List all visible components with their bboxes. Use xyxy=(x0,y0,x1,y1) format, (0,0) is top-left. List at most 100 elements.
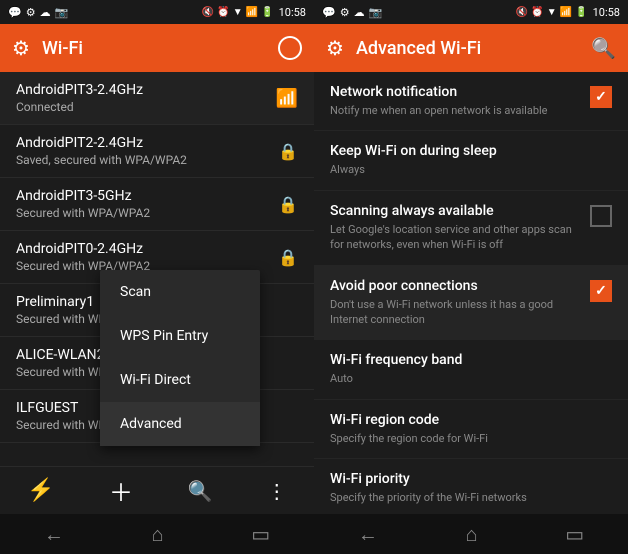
setting-item-6[interactable]: Wi-Fi priority Specify the priority of t… xyxy=(314,459,628,514)
setting-text-2: Scanning always available Let Google's l… xyxy=(330,203,590,253)
setting-text-4: Wi-Fi frequency band Auto xyxy=(330,352,612,386)
battery-icon: 🔋 xyxy=(261,7,273,18)
cloud-icon-r: ☁ xyxy=(354,6,365,19)
wifi-network-item-1[interactable]: AndroidPIT2-2.4GHz Saved, secured with W… xyxy=(0,125,314,178)
checkbox-3[interactable] xyxy=(590,280,612,302)
wifi-network-item-2[interactable]: AndroidPIT3-5GHz Secured with WPA/WPA2 🔒 xyxy=(0,178,314,231)
status-bar-right: 💬 ⚙ ☁ 📷 🔇 ⏰ ▼ 📶 🔋 10:58 xyxy=(314,0,628,24)
back-button-left[interactable]: ← xyxy=(44,522,64,547)
left-screen: 💬 ⚙ ☁ 📷 🔇 ⏰ ▼ 📶 🔋 10:58 ⚙ Wi-Fi AndroidP… xyxy=(0,0,314,554)
add-network-icon[interactable]: ＋ xyxy=(109,473,133,508)
right-screen: 💬 ⚙ ☁ 📷 🔇 ⏰ ▼ 📶 🔋 10:58 ⚙ Advanced Wi-Fi… xyxy=(314,0,628,554)
signal-toolbar-icon[interactable]: ⚡ xyxy=(27,478,54,503)
wifi-icon-0: 📶 xyxy=(276,88,298,109)
gear-icon-left[interactable]: ⚙ xyxy=(12,36,30,60)
status-bar-left: 💬 ⚙ ☁ 📷 🔇 ⏰ ▼ 📶 🔋 10:58 xyxy=(0,0,314,24)
setting-text-5: Wi-Fi region code Specify the region cod… xyxy=(330,412,612,446)
signal-icon-r: ▼ xyxy=(547,7,557,18)
setting-item-0[interactable]: Network notification Notify me when an o… xyxy=(314,72,628,131)
context-menu: Scan WPS Pin Entry Wi-Fi Direct Advanced xyxy=(100,270,260,446)
setting-desc-4: Auto xyxy=(330,371,600,386)
wifi-app-bar: ⚙ Wi-Fi xyxy=(0,24,314,72)
wifi-network-item-0[interactable]: AndroidPIT3-2.4GHz Connected 📶 xyxy=(0,72,314,125)
wifi-lock-icon-2: 🔒 xyxy=(278,195,298,214)
setting-item-2[interactable]: Scanning always available Let Google's l… xyxy=(314,191,628,266)
setting-desc-2: Let Google's location service and other … xyxy=(330,222,578,253)
mute-icon-r: 🔇 xyxy=(516,7,528,18)
recents-button-left[interactable]: ▭ xyxy=(251,522,270,546)
settings-notif-icon: ⚙ xyxy=(26,6,36,19)
setting-text-6: Wi-Fi priority Specify the priority of t… xyxy=(330,471,612,505)
mute-icon: 🔇 xyxy=(202,7,214,18)
battery-icon-r: 🔋 xyxy=(575,7,587,18)
wifi-name-1: AndroidPIT2-2.4GHz xyxy=(16,135,187,151)
setting-title-0: Network notification xyxy=(330,84,578,100)
whatsapp-icon: 💬 xyxy=(8,6,22,19)
settings-notif-icon-r: ⚙ xyxy=(340,6,350,19)
status-left-icons: 💬 ⚙ ☁ 📷 xyxy=(8,6,68,19)
wifi-status-1: Saved, secured with WPA/WPA2 xyxy=(16,153,187,167)
setting-item-3[interactable]: Avoid poor connections Don't use a Wi-Fi… xyxy=(314,266,628,341)
setting-item-1[interactable]: Keep Wi-Fi on during sleep Always xyxy=(314,131,628,190)
time-right: 10:58 xyxy=(593,6,620,19)
setting-text-3: Avoid poor connections Don't use a Wi-Fi… xyxy=(330,278,590,328)
setting-title-5: Wi-Fi region code xyxy=(330,412,600,428)
setting-title-6: Wi-Fi priority xyxy=(330,471,600,487)
wifi-lock-icon-1: 🔒 xyxy=(278,142,298,161)
wifi-name-0: AndroidPIT3-2.4GHz xyxy=(16,82,143,98)
setting-desc-1: Always xyxy=(330,162,600,177)
setting-item-5[interactable]: Wi-Fi region code Specify the region cod… xyxy=(314,400,628,459)
wifi-signal-icon: 📶 xyxy=(246,7,258,18)
wifi-signal-icon-r: 📶 xyxy=(560,7,572,18)
setting-desc-6: Specify the priority of the Wi-Fi networ… xyxy=(330,490,600,505)
setting-text-1: Keep Wi-Fi on during sleep Always xyxy=(330,143,612,177)
whatsapp-icon-r: 💬 xyxy=(322,6,336,19)
context-menu-wps[interactable]: WPS Pin Entry xyxy=(100,314,260,358)
settings-list: Network notification Notify me when an o… xyxy=(314,72,628,514)
nav-bar-left: ← ⌂ ▭ xyxy=(0,514,314,554)
status-right-right-icons: 🔇 ⏰ ▼ 📶 🔋 10:58 xyxy=(516,6,620,19)
nav-bar-right: ← ⌂ ▭ xyxy=(314,514,628,554)
setting-desc-3: Don't use a Wi-Fi network unless it has … xyxy=(330,297,578,328)
setting-desc-0: Notify me when an open network is availa… xyxy=(330,103,578,118)
home-button-left[interactable]: ⌂ xyxy=(151,522,163,547)
setting-title-4: Wi-Fi frequency band xyxy=(330,352,600,368)
setting-item-4[interactable]: Wi-Fi frequency band Auto xyxy=(314,340,628,399)
wifi-name-3: AndroidPIT0-2.4GHz xyxy=(16,241,150,257)
setting-title-2: Scanning always available xyxy=(330,203,578,219)
search-icon-right[interactable]: 🔍 xyxy=(591,36,616,60)
wifi-status-2: Secured with WPA/WPA2 xyxy=(16,206,150,220)
overflow-circle-icon[interactable] xyxy=(278,36,302,60)
setting-title-3: Avoid poor connections xyxy=(330,278,578,294)
search-toolbar-icon[interactable]: 🔍 xyxy=(187,479,212,503)
status-right-icons: 🔇 ⏰ ▼ 📶 🔋 10:58 xyxy=(202,6,306,19)
wifi-lock-icon-3: 🔒 xyxy=(278,248,298,267)
advanced-wifi-app-bar: ⚙ Advanced Wi-Fi 🔍 xyxy=(314,24,628,72)
advanced-wifi-title: Advanced Wi-Fi xyxy=(356,38,579,59)
home-button-right[interactable]: ⌂ xyxy=(465,522,477,547)
alarm-icon: ⏰ xyxy=(217,7,229,18)
setting-title-1: Keep Wi-Fi on during sleep xyxy=(330,143,600,159)
context-menu-scan[interactable]: Scan xyxy=(100,270,260,314)
bottom-toolbar: ⚡ ＋ 🔍 ⋮ xyxy=(0,466,314,514)
wifi-status-0: Connected xyxy=(16,100,143,114)
setting-text-0: Network notification Notify me when an o… xyxy=(330,84,590,118)
context-menu-wifi-direct[interactable]: Wi-Fi Direct xyxy=(100,358,260,402)
wifi-title: Wi-Fi xyxy=(42,38,266,59)
more-options-icon[interactable]: ⋮ xyxy=(267,479,287,503)
camera-icon-r: 📷 xyxy=(369,6,383,19)
checkbox-2[interactable] xyxy=(590,205,612,227)
camera-icon: 📷 xyxy=(55,6,69,19)
context-menu-advanced[interactable]: Advanced xyxy=(100,402,260,446)
alarm-icon-r: ⏰ xyxy=(531,7,543,18)
checkbox-0[interactable] xyxy=(590,86,612,108)
setting-desc-5: Specify the region code for Wi-Fi xyxy=(330,431,600,446)
gear-icon-right[interactable]: ⚙ xyxy=(326,36,344,60)
back-button-right[interactable]: ← xyxy=(358,522,378,547)
status-right-left-icons: 💬 ⚙ ☁ 📷 xyxy=(322,6,382,19)
time-left: 10:58 xyxy=(279,6,306,19)
signal-icon: ▼ xyxy=(233,7,243,18)
recents-button-right[interactable]: ▭ xyxy=(565,522,584,546)
cloud-icon: ☁ xyxy=(40,6,51,19)
wifi-name-2: AndroidPIT3-5GHz xyxy=(16,188,150,204)
